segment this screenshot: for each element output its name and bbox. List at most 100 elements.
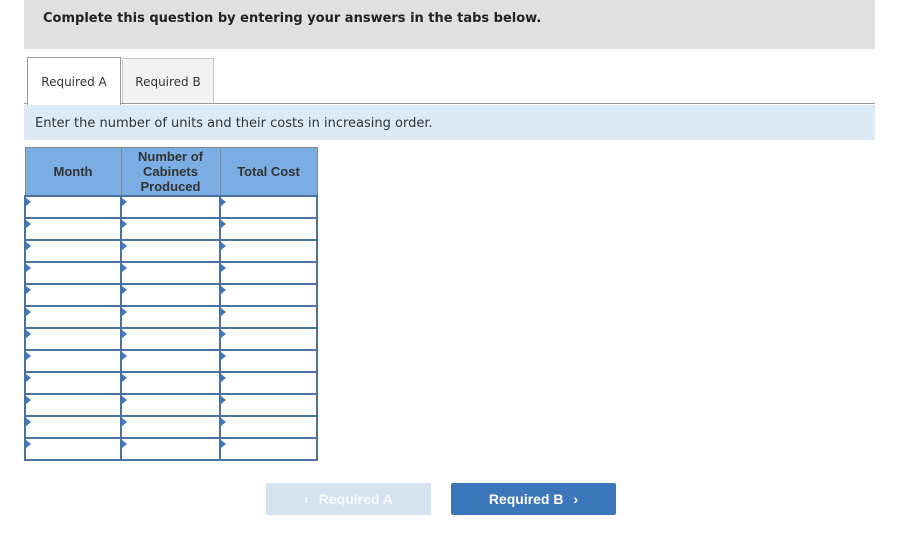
table-cell: [120, 415, 221, 439]
chevron-left-icon: ‹: [304, 491, 309, 507]
total-cost-input[interactable]: [221, 352, 316, 371]
cell-marker-icon: [26, 374, 31, 382]
total-cost-input[interactable]: [221, 308, 316, 327]
cell-marker-icon: [26, 308, 31, 316]
total-cost-input[interactable]: [221, 396, 316, 415]
prompt-text: Enter the number of units and their cost…: [35, 116, 433, 131]
table-row: [24, 261, 318, 285]
cabinets-produced-input[interactable]: [122, 264, 219, 283]
table-cell: [219, 415, 318, 439]
month-input[interactable]: [26, 418, 120, 437]
header-month: Month: [24, 147, 122, 197]
month-input[interactable]: [26, 330, 120, 349]
cell-marker-icon: [221, 286, 226, 294]
table-cell: [219, 371, 318, 395]
cabinets-produced-input[interactable]: [122, 418, 219, 437]
table-cell: [219, 305, 318, 329]
month-input[interactable]: [26, 352, 120, 371]
table-header-row: Month Number of Cabinets Produced Total …: [24, 147, 318, 197]
cell-marker-icon: [221, 330, 226, 338]
month-input[interactable]: [26, 440, 120, 459]
table-row: [24, 415, 318, 439]
total-cost-input[interactable]: [221, 264, 316, 283]
table-cell: [24, 415, 122, 439]
month-input[interactable]: [26, 264, 120, 283]
table-cell: [219, 239, 318, 263]
cell-marker-icon: [122, 198, 127, 206]
table-cell: [24, 261, 122, 285]
table-cell: [120, 371, 221, 395]
cell-marker-icon: [221, 242, 226, 250]
total-cost-input[interactable]: [221, 242, 316, 261]
cabinets-produced-input[interactable]: [122, 220, 219, 239]
cell-marker-icon: [221, 308, 226, 316]
instruction-banner: Complete this question by entering your …: [24, 0, 875, 49]
table-row: [24, 393, 318, 417]
table-cell: [219, 393, 318, 417]
cell-marker-icon: [26, 352, 31, 360]
tab-required-a[interactable]: Required A: [27, 57, 121, 105]
table-row: [24, 283, 318, 307]
table-row: [24, 195, 318, 219]
cabinets-produced-input[interactable]: [122, 440, 219, 459]
answer-table: Month Number of Cabinets Produced Total …: [24, 147, 318, 461]
cabinets-produced-input[interactable]: [122, 242, 219, 261]
total-cost-input[interactable]: [221, 286, 316, 305]
table-cell: [120, 217, 221, 241]
prev-button-label: Required A: [318, 491, 393, 507]
table-cell: [219, 261, 318, 285]
cell-marker-icon: [122, 264, 127, 272]
next-button-label: Required B: [488, 491, 564, 507]
cell-marker-icon: [122, 330, 127, 338]
prev-required-a-button[interactable]: ‹ Required A: [266, 483, 431, 515]
total-cost-input[interactable]: [221, 220, 316, 239]
month-input[interactable]: [26, 308, 120, 327]
cell-marker-icon: [26, 418, 31, 426]
cell-marker-icon: [26, 198, 31, 206]
cell-marker-icon: [26, 286, 31, 294]
instruction-text: Complete this question by entering your …: [43, 11, 542, 26]
table-cell: [24, 239, 122, 263]
month-input[interactable]: [26, 396, 120, 415]
month-input[interactable]: [26, 374, 120, 393]
header-cabinets-produced: Number of Cabinets Produced: [120, 147, 221, 197]
table-cell: [120, 349, 221, 373]
tab-required-b[interactable]: Required B: [122, 58, 214, 104]
total-cost-input[interactable]: [221, 330, 316, 349]
cabinets-produced-input[interactable]: [122, 330, 219, 349]
cabinets-produced-input[interactable]: [122, 396, 219, 415]
table-cell: [24, 305, 122, 329]
next-required-b-button[interactable]: Required B ›: [451, 483, 616, 515]
total-cost-input[interactable]: [221, 418, 316, 437]
prompt-band: Enter the number of units and their cost…: [24, 105, 875, 140]
month-input[interactable]: [26, 286, 120, 305]
month-input[interactable]: [26, 220, 120, 239]
cell-marker-icon: [26, 440, 31, 448]
table-row: [24, 371, 318, 395]
cabinets-produced-input[interactable]: [122, 374, 219, 393]
table-cell: [120, 239, 221, 263]
cabinets-produced-input[interactable]: [122, 286, 219, 305]
total-cost-input[interactable]: [221, 440, 316, 459]
table-cell: [24, 371, 122, 395]
total-cost-input[interactable]: [221, 198, 316, 217]
month-input[interactable]: [26, 242, 120, 261]
cabinets-produced-input[interactable]: [122, 352, 219, 371]
month-input[interactable]: [26, 198, 120, 217]
cell-marker-icon: [221, 264, 226, 272]
cell-marker-icon: [122, 220, 127, 228]
chevron-right-icon: ›: [573, 491, 579, 507]
cell-marker-icon: [122, 352, 127, 360]
table-cell: [219, 349, 318, 373]
cabinets-produced-input[interactable]: [122, 198, 219, 217]
cabinets-produced-input[interactable]: [122, 308, 219, 327]
table-cell: [24, 349, 122, 373]
cell-marker-icon: [122, 286, 127, 294]
total-cost-input[interactable]: [221, 374, 316, 393]
cell-marker-icon: [221, 374, 226, 382]
table-cell: [24, 327, 122, 351]
table-cell: [219, 283, 318, 307]
cell-marker-icon: [221, 440, 226, 448]
table-cell: [120, 305, 221, 329]
table-cell: [120, 195, 221, 219]
